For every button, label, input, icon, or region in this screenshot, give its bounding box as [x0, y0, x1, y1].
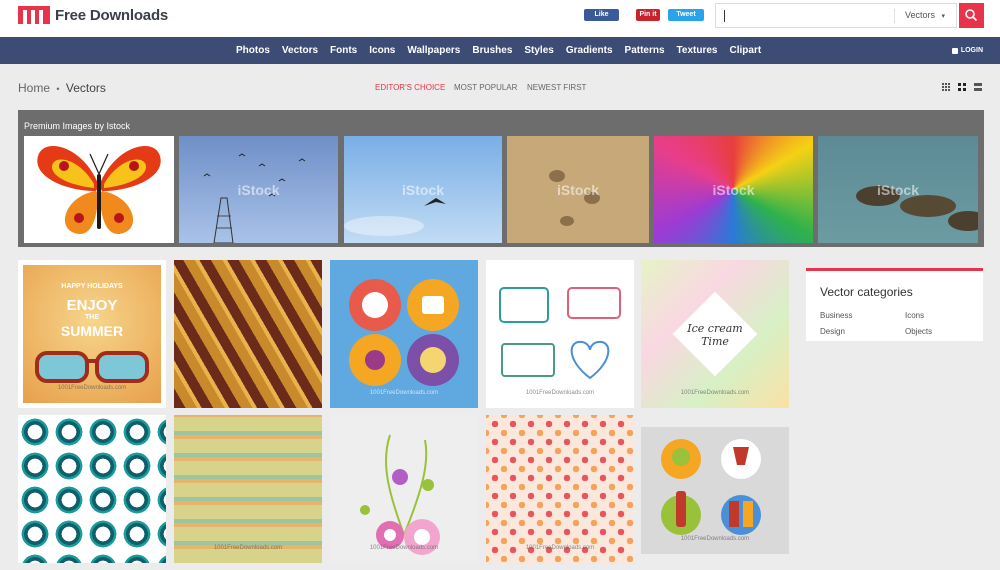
- card-watermark: 1001FreeDownloads.com: [369, 545, 439, 551]
- istock-watermark: iStock: [237, 181, 280, 198]
- login-link[interactable]: LOGIN: [951, 37, 983, 64]
- kitchen-icons-illustration: [349, 279, 459, 386]
- breadcrumb-separator: •: [56, 84, 60, 94]
- category-link-icons[interactable]: Icons: [905, 311, 924, 320]
- vector-card-pattern-feathers[interactable]: [174, 260, 322, 408]
- pinterest-label: Pin it: [639, 11, 657, 18]
- sunglasses-icon: [35, 351, 149, 383]
- search-divider: [894, 9, 895, 23]
- text-cursor: [724, 10, 725, 22]
- site-header: Free Downloads Like Pin it Tweet Vectors…: [0, 0, 1000, 37]
- nav-item-fonts[interactable]: Fonts: [330, 37, 357, 64]
- vector-card-pattern-stripes[interactable]: 1001FreeDownloads.com: [174, 415, 322, 563]
- category-link-design[interactable]: Design: [820, 327, 845, 336]
- premium-image-hearts[interactable]: iStock: [654, 136, 813, 243]
- sort-newest-first[interactable]: NEWEST FIRST: [527, 83, 586, 92]
- premium-image-bird[interactable]: iStock: [344, 136, 502, 243]
- card-watermark: 1001FreeDownloads.com: [680, 390, 750, 396]
- premium-title: Premium Images by Istock: [24, 121, 131, 131]
- butterfly-illustration: [37, 146, 161, 235]
- card-watermark: 1001FreeDownloads.com: [525, 390, 595, 396]
- breadcrumb-home[interactable]: Home: [18, 81, 50, 95]
- vector-categories-title: Vector categories: [820, 285, 913, 299]
- nav-item-photos[interactable]: Photos: [236, 37, 270, 64]
- nav-item-clipart[interactable]: Clipart: [730, 37, 762, 64]
- breadcrumb: Home • Vectors: [18, 81, 106, 95]
- sort-most-popular[interactable]: MOST POPULAR: [454, 83, 517, 92]
- vector-card-icecream[interactable]: Ice cream Time 1001FreeDownloads.com: [641, 260, 789, 408]
- card-watermark: 1001FreeDownloads.com: [57, 385, 127, 391]
- search-icon: [965, 9, 978, 22]
- logo-mark-icon: [18, 6, 50, 24]
- premium-image-sea[interactable]: iStock: [818, 136, 978, 243]
- premium-image-sand[interactable]: iStock: [507, 136, 649, 243]
- search-button[interactable]: [959, 3, 984, 28]
- flowers-illustration: [360, 434, 440, 555]
- grid-small-icon[interactable]: [942, 83, 950, 91]
- premium-strip: Premium Images by Istock iStock iStock i…: [18, 110, 984, 247]
- category-link-objects[interactable]: Objects: [905, 327, 932, 336]
- sort-editors-choice[interactable]: EDITOR'S CHOICE: [375, 83, 445, 92]
- nav-item-textures[interactable]: Textures: [677, 37, 718, 64]
- list-view-icon[interactable]: [974, 83, 982, 91]
- lock-icon: [951, 47, 958, 54]
- vector-card-kitchen-icons[interactable]: 1001FreeDownloads.com: [330, 260, 478, 408]
- card-watermark: 1001FreeDownloads.com: [680, 536, 750, 542]
- nav-item-wallpapers[interactable]: Wallpapers: [407, 37, 460, 64]
- search-category-value: Vectors: [905, 10, 936, 20]
- grid-large-icon[interactable]: [958, 83, 966, 91]
- login-label: LOGIN: [960, 47, 983, 54]
- logo-text: Free Downloads: [55, 6, 169, 24]
- istock-watermark: iStock: [876, 181, 920, 198]
- card-watermark: 1001FreeDownloads.com: [369, 390, 439, 396]
- vector-card-summer[interactable]: HAPPY HOLIDAYS ENJOY THE SUMMER 1001Free…: [18, 260, 166, 408]
- card-watermark: 1001FreeDownloads.com: [525, 545, 595, 551]
- facebook-like-label: Like: [594, 11, 609, 18]
- vector-card-drinks[interactable]: 1001FreeDownloads.com: [641, 427, 789, 554]
- nav-items: Photos Vectors Fonts Icons Wallpapers Br…: [236, 37, 773, 64]
- istock-watermark: iStock: [401, 181, 445, 198]
- istock-watermark: iStock: [712, 181, 755, 198]
- nav-item-styles[interactable]: Styles: [524, 37, 553, 64]
- pinterest-button[interactable]: Pin it: [636, 9, 660, 21]
- category-link-business[interactable]: Business: [820, 311, 852, 320]
- vector-card-pattern-geometric[interactable]: [18, 415, 166, 563]
- tweet-label: Tweet: [676, 11, 696, 18]
- vector-card-frames[interactable]: 1001FreeDownloads.com: [486, 260, 634, 408]
- drinks-illustration: [661, 439, 761, 535]
- site-logo[interactable]: Free Downloads: [18, 6, 168, 24]
- facebook-like-button[interactable]: Like: [584, 9, 619, 21]
- nav-item-icons[interactable]: Icons: [369, 37, 395, 64]
- vector-card-flowers[interactable]: 1001FreeDownloads.com: [330, 415, 478, 563]
- card-watermark: 1001FreeDownloads.com: [213, 545, 283, 551]
- view-toggle: [942, 83, 990, 91]
- vector-card-hearts[interactable]: 1001FreeDownloads.com: [486, 415, 634, 563]
- breadcrumb-current: Vectors: [65, 81, 106, 95]
- premium-image-tower[interactable]: iStock: [179, 136, 338, 243]
- frames-illustration: [499, 287, 621, 380]
- nav-item-gradients[interactable]: Gradients: [566, 37, 613, 64]
- nav-item-patterns[interactable]: Patterns: [625, 37, 665, 64]
- search-category-select[interactable]: Vectors ▾: [905, 10, 945, 20]
- vector-categories-panel: Vector categories Business Icons Design …: [806, 268, 983, 341]
- icecream-title: Ice cream Time: [687, 322, 743, 348]
- nav-item-vectors[interactable]: Vectors: [282, 37, 318, 64]
- tweet-button[interactable]: Tweet: [668, 9, 704, 21]
- istock-watermark: iStock: [556, 181, 600, 198]
- main-nav: Photos Vectors Fonts Icons Wallpapers Br…: [0, 37, 1000, 64]
- search-input[interactable]: Vectors ▾: [715, 3, 957, 28]
- premium-image-butterfly[interactable]: [24, 136, 174, 243]
- nav-item-brushes[interactable]: Brushes: [472, 37, 512, 64]
- chevron-down-icon: ▾: [941, 13, 946, 20]
